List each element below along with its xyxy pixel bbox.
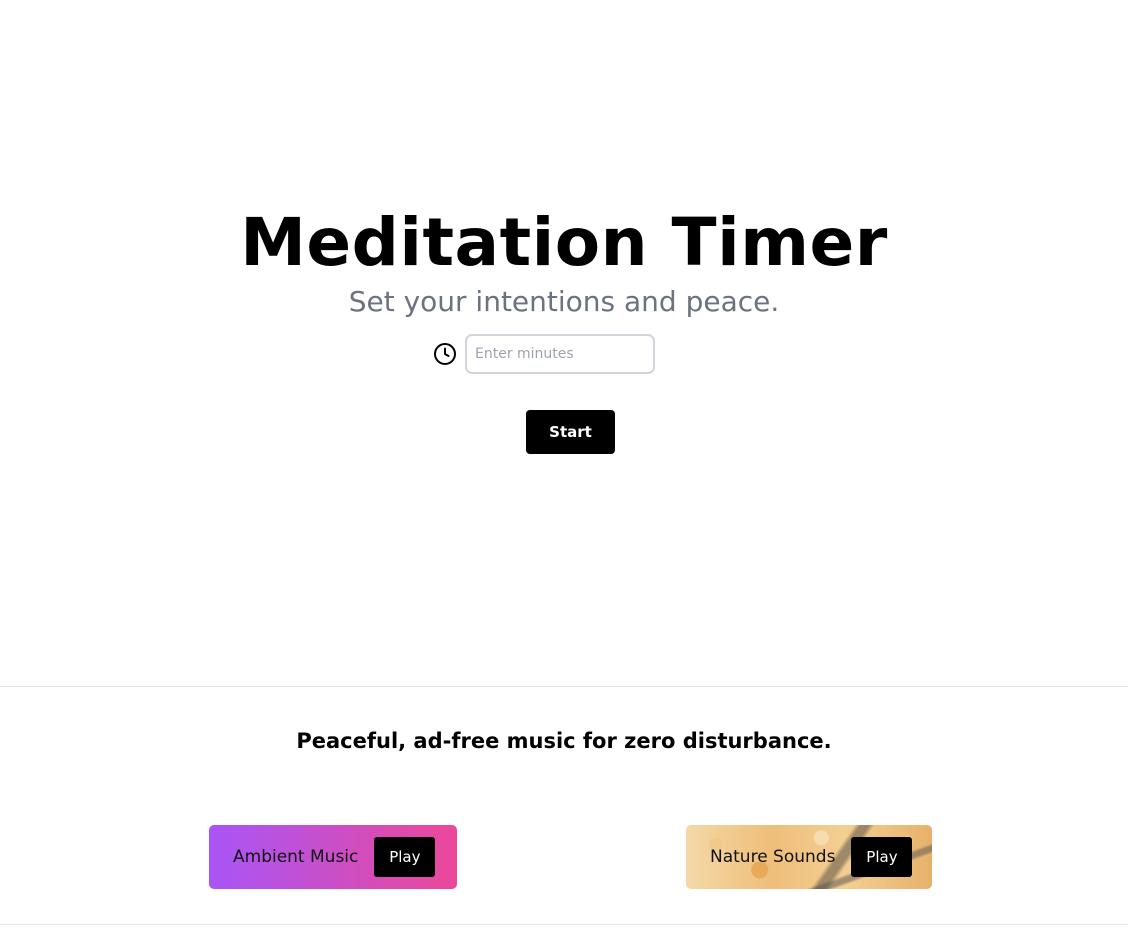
- ambient-music-play-button[interactable]: Play: [374, 837, 436, 877]
- timer-input-row: [0, 334, 1128, 374]
- ambient-music-label: Ambient Music: [233, 847, 359, 867]
- music-heading: Peaceful, ad-free music for zero disturb…: [296, 729, 832, 753]
- page-subtitle: Set your intentions and peace.: [348, 285, 780, 318]
- minutes-input[interactable]: [465, 334, 655, 374]
- section-divider: [0, 686, 1128, 687]
- nature-sounds-play-button[interactable]: Play: [851, 837, 913, 877]
- start-button[interactable]: Start: [526, 410, 615, 454]
- footer-divider: [0, 924, 1128, 925]
- page: Meditation Timer Set your intentions and…: [0, 0, 1128, 929]
- clock-icon: [433, 342, 457, 366]
- ambient-music-card: Ambient Music Play: [209, 825, 457, 889]
- hero-section: Meditation Timer Set your intentions and…: [0, 200, 1128, 319]
- page-title: Meditation Timer: [240, 204, 888, 281]
- nature-sounds-card: Nature Sounds Play: [686, 825, 932, 889]
- nature-sounds-label: Nature Sounds: [710, 847, 836, 867]
